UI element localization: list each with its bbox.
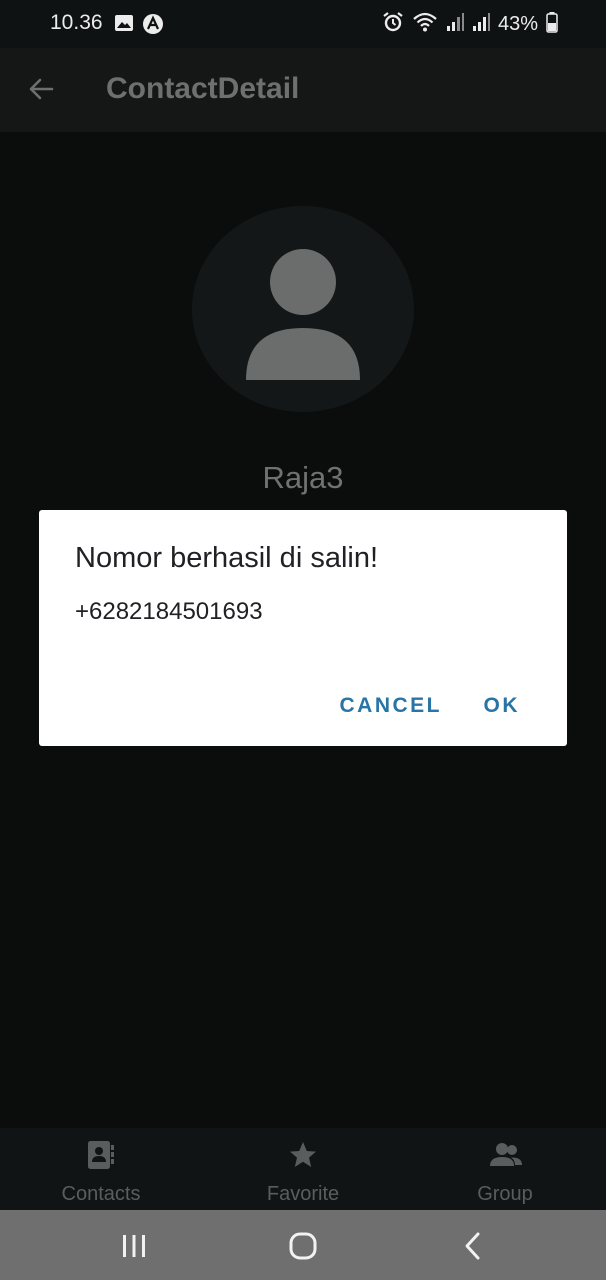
avatar	[192, 206, 414, 412]
battery-percent: 43%	[497, 13, 538, 35]
contact-name: Raja3	[262, 460, 344, 495]
image-icon	[114, 13, 134, 40]
signal-icon	[446, 12, 464, 37]
nav-label-group: Group	[477, 1183, 533, 1205]
signal-icon	[472, 12, 490, 37]
alarm-icon	[382, 11, 404, 38]
recent-apps-icon[interactable]	[118, 1230, 150, 1262]
screen: 10.36 43% ContactDetail Raja3 Nomor berh…	[0, 0, 606, 1280]
cancel-button[interactable]: CANCEL	[340, 682, 443, 730]
system-navigation-bar	[0, 1210, 606, 1280]
dialog-title: Nomor berhasil di salin!	[75, 542, 379, 574]
status-left-icons	[114, 13, 164, 40]
nav-item-favorite[interactable]: Favorite	[202, 1128, 404, 1210]
status-right-icons: 43%	[382, 11, 558, 38]
back-chevron-icon[interactable]	[457, 1230, 489, 1262]
contacts-icon	[86, 1140, 116, 1170]
person-icon	[246, 249, 360, 380]
group-icon	[490, 1140, 522, 1170]
status-bar: 10.36 43%	[0, 0, 606, 48]
bottom-navigation: Contacts Favorite Group	[0, 1128, 606, 1210]
status-time: 10.36	[50, 11, 103, 34]
copy-confirmation-dialog: Nomor berhasil di salin! +6282184501693 …	[39, 510, 567, 746]
home-icon[interactable]	[287, 1230, 319, 1262]
nav-item-contacts[interactable]: Contacts	[0, 1128, 202, 1210]
ok-button[interactable]: OK	[484, 682, 521, 730]
app-bar: ContactDetail	[0, 48, 606, 132]
nav-label-favorite: Favorite	[266, 1183, 340, 1205]
nav-label-contacts: Contacts	[61, 1183, 141, 1205]
app-notification-icon	[142, 13, 164, 40]
wifi-icon	[412, 11, 438, 38]
arrow-left-icon[interactable]	[26, 74, 56, 104]
battery-icon	[546, 11, 558, 38]
star-icon	[288, 1140, 318, 1170]
dialog-message: +6282184501693	[75, 598, 263, 625]
page-title: ContactDetail	[106, 72, 300, 105]
nav-item-group[interactable]: Group	[404, 1128, 606, 1210]
